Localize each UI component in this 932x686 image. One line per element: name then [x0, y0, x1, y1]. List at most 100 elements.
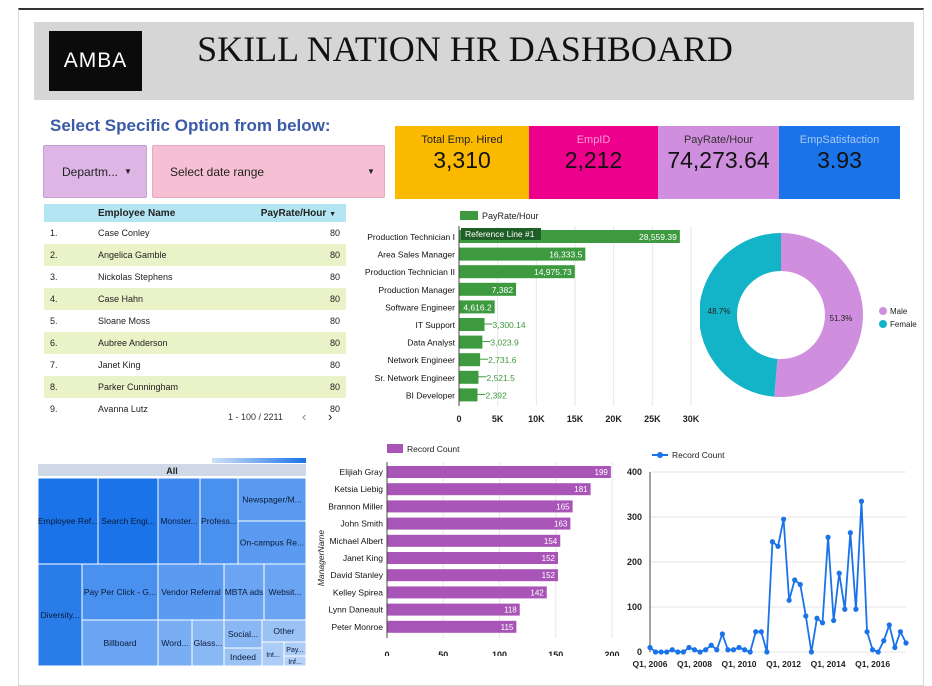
data-point [703, 647, 709, 653]
treemap-cell-label: Billboard [103, 638, 136, 648]
data-point [675, 649, 681, 655]
treemap-cell-label: Glass... [194, 638, 223, 648]
chevron-right-icon[interactable]: › [328, 409, 332, 424]
legend-label: Female [890, 320, 917, 329]
kpi-total-hired: Total Emp. Hired 3,310 [395, 126, 529, 199]
department-dropdown[interactable]: Departm... ▼ [43, 145, 147, 198]
data-point [669, 647, 675, 653]
data-label: 16,333.5 [549, 250, 582, 260]
data-label: 7,382 [492, 285, 514, 295]
data-point [847, 530, 853, 536]
x-tick-label: 30K [683, 414, 700, 422]
payrate-value: 80 [329, 382, 340, 392]
x-tick-label: 50 [438, 650, 448, 656]
bar [459, 370, 479, 384]
gender-donut-chart: 51.3% 48.7% Male Female [700, 233, 917, 397]
data-point [842, 606, 848, 612]
bar [387, 569, 558, 582]
data-point [691, 647, 698, 653]
bar [387, 483, 591, 496]
data-label: 165 [556, 502, 570, 511]
amba-logo: AMBA [49, 31, 142, 91]
x-tick-label: 0 [456, 414, 461, 422]
page-title: SKILL NATION HR DASHBOARD [197, 29, 733, 69]
table-row[interactable]: 4. Case Hahn 80 [44, 288, 346, 310]
data-point [831, 617, 837, 624]
data-label: 163 [554, 520, 568, 529]
data-point [725, 647, 731, 653]
kpi-satisfaction: EmpSatisfaction 3.93 [779, 126, 900, 199]
data-point [892, 644, 898, 651]
data-point [803, 613, 809, 619]
legend-swatch [460, 211, 478, 220]
table-row[interactable]: 6. Aubree Anderson 80 [44, 332, 346, 354]
employee-name: Nickolas Stephens [98, 272, 173, 282]
data-label: 142 [530, 588, 544, 597]
table-row[interactable]: 8. Parker Cunningham 80 [44, 376, 346, 398]
data-point [808, 649, 814, 655]
bar [459, 318, 485, 331]
treemap-cell-label: Word... [161, 638, 188, 648]
data-label: 152 [542, 571, 556, 580]
data-label: 3,300.14 [493, 320, 526, 330]
data-point [647, 644, 653, 651]
treemap-cell-label: Pay... [286, 647, 303, 654]
employee-table: Employee Name PayRate/Hour ▼ 1. Case Conl… [44, 204, 346, 412]
table-row[interactable]: 3. Nickolas Stephens 80 [44, 266, 346, 288]
table-row[interactable]: 1. Case Conley 80 [44, 222, 346, 244]
pagination-info: 1 - 100 / 2211 [228, 412, 283, 422]
legend-dot [657, 452, 663, 458]
data-label: 199 [595, 468, 609, 477]
category-label: John Smith [340, 519, 383, 529]
category-label: Production Manager [378, 285, 455, 295]
treemap-cell-label: On-campus Re... [240, 538, 304, 548]
table-row[interactable]: 9. Ayanna Lutz 80 [44, 398, 346, 412]
category-label: Network Engineer [387, 355, 455, 365]
data-point [708, 642, 714, 648]
row-number: 3. [50, 272, 58, 282]
employee-name: Case Hahn [98, 294, 144, 304]
row-number: 4. [50, 294, 58, 304]
x-tick-label: Q1, 2008 [677, 659, 712, 669]
bar [387, 620, 517, 633]
treemap-cell-label: Inf... [288, 659, 302, 666]
category-label: Data Analyst [407, 338, 455, 348]
reference-line-label: Reference Line #1 [465, 229, 535, 239]
payrate-value: 80 [329, 316, 340, 326]
table-row[interactable]: 2. Angelica Gamble 80 [44, 244, 346, 266]
data-point [797, 581, 803, 588]
x-tick-label: 5K [492, 414, 504, 422]
category-label: Peter Monroe [332, 622, 384, 632]
data-point [858, 498, 865, 504]
treemap-cell-label: Websit... [269, 587, 302, 597]
date-range-picker[interactable]: Select date range ▼ [152, 145, 385, 198]
chevron-left-icon[interactable]: ‹ [302, 409, 306, 424]
data-point [864, 629, 870, 635]
data-point [897, 629, 904, 635]
y-axis-title: ManagerName [316, 530, 326, 586]
x-tick-label: 10K [528, 414, 545, 422]
payrate-value: 80 [329, 272, 340, 282]
data-point [680, 649, 686, 655]
payrate-value: 80 [329, 360, 340, 370]
bar [387, 500, 573, 513]
data-point [792, 577, 798, 583]
y-tick-label: 0 [637, 647, 642, 657]
bar [387, 603, 520, 616]
y-tick-label: 100 [627, 602, 642, 612]
treemap-cell-label: Int... [266, 652, 280, 659]
data-label: 118 [504, 606, 517, 615]
column-header-payrate[interactable]: PayRate/Hour ▼ [261, 208, 336, 219]
record-count-line-chart: Record Count 0 100 200 300 400 Q1, 2006 Q1, 200… [627, 450, 909, 669]
data-label: 48.7% [708, 307, 731, 316]
table-row[interactable]: 7. Janet King 80 [44, 354, 346, 376]
column-header-payrate-label: PayRate/Hour [260, 208, 327, 219]
payrate-bar-chart: PayRate/Hour 0 5K 10K 15K 20K 25K 30K Production… [365, 211, 700, 422]
data-point [886, 622, 892, 628]
table-row[interactable]: 5. Sloane Moss 80 [44, 310, 346, 332]
data-label: 152 [542, 554, 556, 563]
data-point [730, 647, 737, 653]
column-header-name[interactable]: Employee Name [98, 208, 175, 219]
legend-label: Male [890, 307, 908, 316]
y-tick-label: 400 [627, 467, 642, 477]
